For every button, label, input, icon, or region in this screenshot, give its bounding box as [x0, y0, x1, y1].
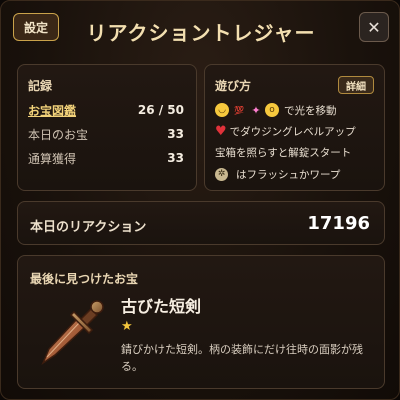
flash-icon: ✲: [215, 167, 228, 181]
howto-flash-text: はフラッシュかワープ: [236, 168, 341, 181]
header: 設定 リアクショントレジャー ✕: [1, 1, 399, 61]
detail-button[interactable]: 詳細: [338, 76, 374, 94]
hundred-emoji-icon: 💯: [234, 105, 244, 115]
treasure-name: 古びた短剣: [121, 297, 202, 316]
record-row-today: 本日のお宝 33: [28, 125, 184, 143]
reaction-treasure-panel: 設定 リアクショントレジャー ✕ 記録 お宝図鑑 26 / 50 本日のお宝 3…: [0, 0, 400, 400]
heart-icon: ♥: [215, 123, 227, 139]
page-title: リアクショントレジャー: [86, 21, 316, 45]
howto-level-text: でダウジングレベルアップ: [229, 125, 356, 138]
dagger-icon: [41, 300, 104, 366]
close-icon: ✕: [367, 17, 381, 37]
last-treasure-title: 最後に見つけたお宝: [30, 272, 139, 286]
today-treasure-count: 33: [167, 127, 184, 141]
today-reactions-card: 本日のリアクション 17196: [17, 201, 385, 245]
record-card: 記録 お宝図鑑 26 / 50 本日のお宝 33 通算獲得 33: [17, 64, 197, 191]
close-button[interactable]: ✕: [359, 12, 389, 42]
today-reactions-count: 17196: [307, 213, 370, 234]
treasure-description: 錆びかけた短剣。柄の装飾にだけ往時の面影が残る。: [121, 343, 363, 373]
settings-button[interactable]: 設定: [13, 13, 59, 41]
how-to-play-card: 遊び方 詳細 ◡ 💯 ✦ o で光を移動 ♥ でダウジングレベルアップ 宝箱を照…: [204, 64, 385, 191]
treasure-rarity-stars: ★: [121, 319, 133, 334]
howto-line-flash: ✲ はフラッシュかワープ: [215, 166, 378, 182]
smile-emoji-icon: ◡: [215, 103, 229, 117]
record-title: 記録: [28, 79, 53, 93]
how-to-play-title: 遊び方: [215, 79, 252, 93]
record-row-collection: お宝図鑑 26 / 50: [28, 101, 184, 119]
total-obtained-count: 33: [167, 151, 184, 165]
record-row-total: 通算獲得 33: [28, 149, 184, 167]
surprised-emoji-icon: o: [265, 103, 279, 117]
howto-move-text: で光を移動: [284, 104, 337, 117]
howto-line-unlock: 宝箱を照らすと解錠スタート: [215, 144, 378, 160]
collection-count: 26 / 50: [137, 103, 184, 117]
howto-line-move: ◡ 💯 ✦ o で光を移動: [215, 102, 378, 118]
howto-unlock-text: 宝箱を照らすと解錠スタート: [215, 146, 352, 159]
today-reactions-label: 本日のリアクション: [30, 220, 147, 235]
collection-link[interactable]: お宝図鑑: [28, 102, 76, 119]
today-treasure-label: 本日のお宝: [28, 127, 89, 142]
party-popper-icon: ✦: [251, 103, 261, 117]
total-obtained-label: 通算獲得: [28, 151, 77, 166]
howto-line-level: ♥ でダウジングレベルアップ: [215, 123, 378, 139]
